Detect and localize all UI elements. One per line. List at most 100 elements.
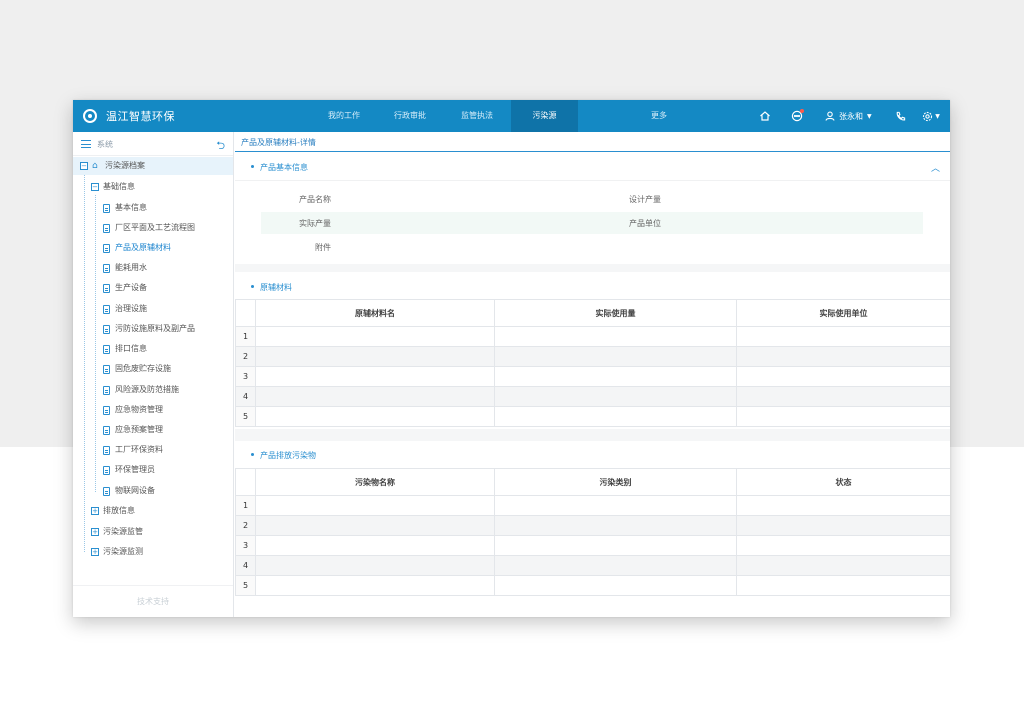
table-row[interactable]: 5	[235, 575, 950, 596]
field-label-actual-output: 实际产量	[299, 219, 331, 228]
notification-dot	[800, 109, 804, 113]
table-header[interactable]: 状态	[736, 468, 950, 496]
table-header[interactable]: 原辅材料名	[255, 299, 495, 327]
tree-connector	[84, 174, 85, 552]
section-title-text: 原辅材料	[260, 283, 292, 292]
nav-item-my-work[interactable]: 我的工作	[313, 100, 375, 132]
sidebar-item-treatment[interactable]: 治理设施	[103, 300, 147, 318]
collapse-icon[interactable]: −	[80, 162, 88, 170]
table-header[interactable]: 污染类别	[494, 468, 737, 496]
settings-menu[interactable]: ▼	[921, 109, 941, 123]
sidebar-item-risk[interactable]: 风险源及防范措施	[103, 381, 179, 399]
breadcrumb-bar: 产品及原辅材料-详情	[235, 132, 950, 152]
collapse-icon[interactable]: −	[91, 183, 99, 191]
tree-node-root[interactable]: − ⌂ 污染源档案	[73, 157, 233, 175]
sidebar-item-label: 厂区平面及工艺流程图	[115, 223, 195, 232]
document-icon	[103, 283, 110, 293]
table-row[interactable]: 3	[235, 535, 950, 556]
table-header[interactable]: 实际使用量	[494, 299, 737, 327]
main-content: 产品及原辅材料-详情 产品基本信息 ︿ 产品名称 设计产量 实际产量 产品单位 …	[235, 132, 950, 617]
sidebar-item-label: 产品及原辅材料	[115, 243, 171, 252]
tree-node-label: 排放信息	[103, 506, 135, 515]
table-row[interactable]: 1	[235, 495, 950, 516]
nav-item-approval[interactable]: 行政审批	[379, 100, 441, 132]
expand-icon[interactable]: +	[91, 507, 99, 515]
table-cell	[736, 535, 950, 556]
chevron-down-icon: ▼	[867, 112, 872, 120]
message-icon[interactable]	[790, 109, 804, 123]
document-icon	[103, 385, 110, 395]
divider	[235, 180, 950, 181]
sidebar-item-label: 物联网设备	[115, 486, 155, 495]
sidebar-item-outlets[interactable]: 排口信息	[103, 340, 147, 358]
table-cell	[494, 366, 737, 387]
gear-icon	[923, 111, 933, 121]
tree-node-supervision[interactable]: + 污染源监管	[91, 523, 143, 541]
table-cell	[736, 575, 950, 596]
sidebar-item-iot[interactable]: 物联网设备	[103, 482, 155, 500]
menu-icon[interactable]	[81, 140, 91, 148]
user-menu[interactable]: 张永和 ▼	[825, 100, 872, 132]
sidebar-item-emergency-supplies[interactable]: 应急物资管理	[103, 401, 163, 419]
field-label-design-output: 设计产量	[629, 195, 661, 204]
nav-item-enforcement[interactable]: 监管执法	[446, 100, 508, 132]
table-row[interactable]: 5	[235, 406, 950, 427]
expand-icon[interactable]: +	[91, 548, 99, 556]
sidebar-item-basic-info[interactable]: 基本信息	[103, 199, 147, 217]
phone-icon[interactable]	[893, 109, 907, 123]
table-cell	[736, 515, 950, 536]
table-row[interactable]: 4	[235, 555, 950, 576]
sidebar-item-env-docs[interactable]: 工厂环保资料	[103, 441, 163, 459]
table-header-row: 原辅材料名 实际使用量 实际使用单位	[235, 299, 950, 327]
document-icon	[103, 243, 110, 253]
table-cell	[494, 555, 737, 576]
info-row: 产品名称 设计产量	[261, 188, 923, 210]
section-header-basic-info[interactable]: 产品基本信息 ︿	[235, 153, 950, 181]
chevron-up-icon[interactable]: ︿	[931, 161, 940, 174]
tree-node-emissions[interactable]: + 排放信息	[91, 502, 135, 520]
sidebar-item-energy[interactable]: 能耗用水	[103, 259, 147, 277]
back-icon[interactable]: ⮌	[216, 137, 225, 156]
row-index: 4	[235, 386, 256, 407]
table-row[interactable]: 2	[235, 346, 950, 367]
row-index: 4	[235, 555, 256, 576]
table-row[interactable]: 2	[235, 515, 950, 536]
table-cell	[255, 366, 495, 387]
sidebar-item-emergency-plans[interactable]: 应急预案管理	[103, 421, 163, 439]
table-cell	[736, 495, 950, 516]
sidebar-item-env-admin[interactable]: 环保管理员	[103, 461, 155, 479]
table-cell	[255, 495, 495, 516]
tree-node-monitoring[interactable]: + 污染源监测	[91, 543, 143, 561]
tree-node-group[interactable]: − 基础信息	[91, 178, 135, 196]
tree-node-label: 污染源监管	[103, 527, 143, 536]
table-row[interactable]: 3	[235, 366, 950, 387]
breadcrumb: 产品及原辅材料-详情	[241, 138, 316, 147]
table-cell	[494, 406, 737, 427]
section-header-pollutants: 产品排放污染物	[235, 441, 950, 469]
sidebar-item-label: 生产设备	[115, 283, 147, 292]
table-header[interactable]: 实际使用单位	[736, 299, 950, 327]
sidebar-item-equipment[interactable]: 生产设备	[103, 279, 147, 297]
sidebar-item-plant-layout[interactable]: 厂区平面及工艺流程图	[103, 219, 195, 237]
brand[interactable]: 温江智慧环保	[83, 100, 175, 132]
sidebar-item-label: 风险源及防范措施	[115, 385, 179, 394]
table-row[interactable]: 4	[235, 386, 950, 407]
sidebar-item-waste-storage[interactable]: 固危废贮存设施	[103, 360, 171, 378]
chevron-down-icon: ▼	[935, 112, 940, 120]
app-title: 温江智慧环保	[106, 110, 175, 123]
sidebar-item-byproducts[interactable]: 污防设施原料及副产品	[103, 320, 195, 338]
document-icon	[103, 344, 110, 354]
row-index: 3	[235, 366, 256, 387]
home-icon[interactable]	[758, 109, 772, 123]
table-header[interactable]: 污染物名称	[255, 468, 495, 496]
sidebar-item-products[interactable]: 产品及原辅材料	[103, 239, 171, 257]
table-header	[235, 468, 256, 496]
field-label-product-unit: 产品单位	[629, 219, 661, 228]
table-cell	[736, 346, 950, 367]
user-icon	[825, 111, 835, 121]
expand-icon[interactable]: +	[91, 528, 99, 536]
table-cell	[736, 386, 950, 407]
nav-item-more[interactable]: 更多	[628, 100, 690, 132]
table-row[interactable]: 1	[235, 326, 950, 347]
nav-item-pollution-source[interactable]: 污染源	[511, 100, 578, 132]
